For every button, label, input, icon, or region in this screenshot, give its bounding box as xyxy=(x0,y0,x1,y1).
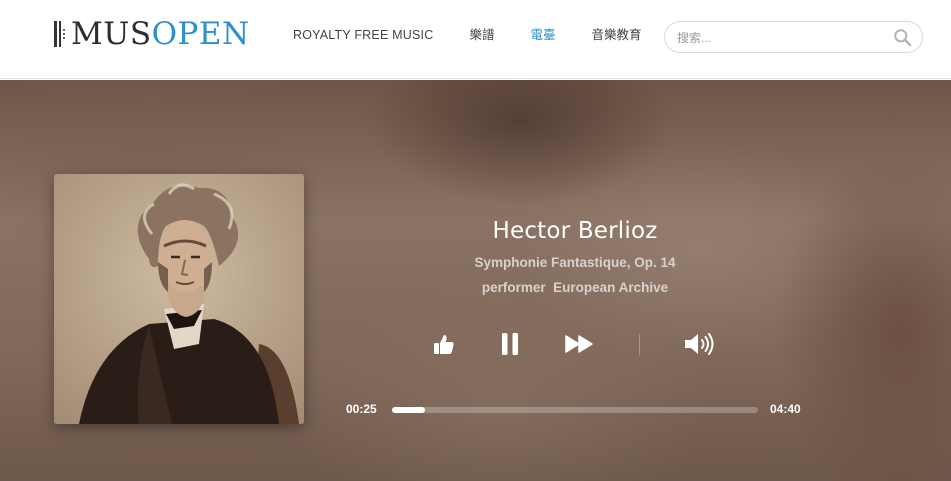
controls-divider xyxy=(639,334,640,356)
logo-text: MUSOPEN xyxy=(71,16,250,52)
composer-name: Hector Berlioz xyxy=(492,218,658,244)
nav-sheet-music[interactable]: 樂譜 xyxy=(469,27,494,43)
site-header: MUSOPEN ROYALTY FREE MUSIC 樂譜 電臺 音樂教育 xyxy=(0,0,951,79)
playback-controls xyxy=(420,327,740,361)
logo-mark-icon xyxy=(53,21,67,47)
musopen-logo[interactable]: MUSOPEN xyxy=(53,16,250,52)
time-total: 04:40 xyxy=(770,402,801,416)
track-info: Hector Berlioz Symphonie Fantastique, Op… xyxy=(380,217,770,296)
nav-radio[interactable]: 電臺 xyxy=(530,27,555,43)
fast-forward-icon xyxy=(565,335,593,353)
progress-fill xyxy=(392,407,425,413)
cover-art-portrait xyxy=(54,174,304,424)
search-box xyxy=(664,21,923,53)
progress-bar[interactable] xyxy=(392,407,758,413)
skip-forward-button[interactable] xyxy=(564,327,596,361)
nav-royalty-free-music[interactable]: ROYALTY FREE MUSIC xyxy=(293,27,433,43)
search-icon[interactable] xyxy=(893,28,912,47)
main-nav: ROYALTY FREE MUSIC 樂譜 電臺 音樂教育 xyxy=(293,27,641,43)
pause-icon xyxy=(502,333,518,355)
pause-button[interactable] xyxy=(498,327,522,361)
time-elapsed: 00:25 xyxy=(346,402,377,416)
nav-music-education[interactable]: 音樂教育 xyxy=(591,27,641,43)
work-title[interactable]: Symphonie Fantastique, Op. 14 xyxy=(380,254,770,271)
radio-player: Hector Berlioz Symphonie Fantastique, Op… xyxy=(0,80,951,481)
search-input[interactable] xyxy=(677,28,887,48)
thumbs-up-icon xyxy=(434,335,454,354)
logo-text-open: OPEN xyxy=(151,16,250,52)
volume-icon xyxy=(685,333,714,355)
logo-text-mus: MUS xyxy=(71,16,152,52)
volume-button[interactable] xyxy=(682,327,716,361)
like-button[interactable] xyxy=(432,327,456,361)
performer-line[interactable]: performer European Archive xyxy=(380,279,770,296)
